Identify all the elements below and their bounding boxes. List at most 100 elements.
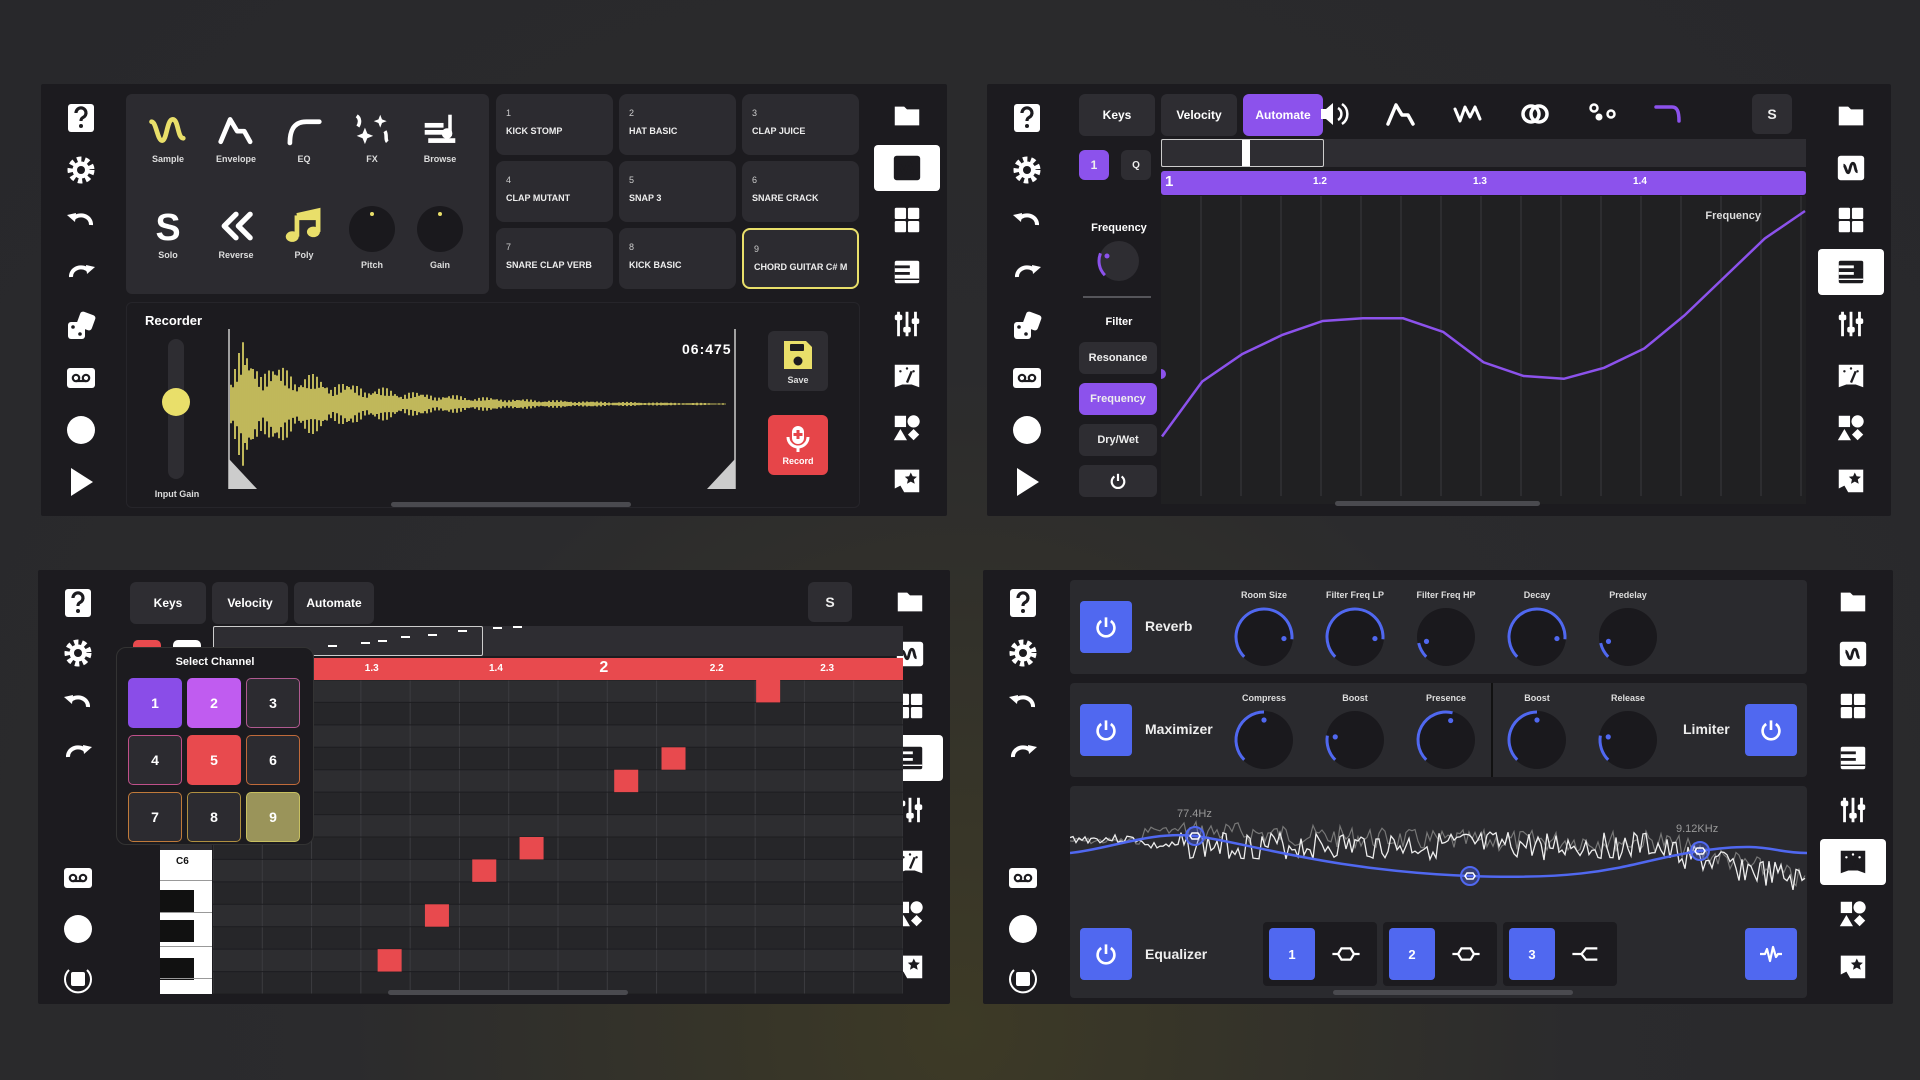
tool-sample[interactable]: Sample [138,110,198,190]
tool-solo[interactable]: S Solo [138,206,198,286]
tab-keys[interactable]: Keys [130,582,206,624]
note[interactable] [756,680,781,703]
help-icon[interactable] [1003,584,1043,622]
tab-velocity[interactable]: Velocity [1161,94,1237,136]
bell-filter-icon[interactable] [1449,939,1483,969]
channel-button-5[interactable]: 5 [187,735,241,785]
volume-button[interactable] [1317,97,1353,133]
redo-icon[interactable] [1003,735,1043,773]
frequency-knob[interactable] [1095,237,1143,285]
channel-button[interactable]: 1 [1079,150,1109,180]
redo-icon[interactable] [58,735,98,773]
sidebar-mixer[interactable] [874,301,940,347]
sidebar-pads-grid[interactable] [874,197,940,243]
black-key[interactable] [160,890,194,912]
tool-pitch[interactable]: Pitch [342,206,402,286]
dice-icon[interactable] [1007,306,1047,346]
param-dry-wet[interactable]: Dry/Wet [1079,424,1157,456]
boost-knob[interactable] [1506,709,1568,771]
settings-icon[interactable] [1007,150,1047,190]
sample-pad[interactable]: 1 KICK STOMP [496,94,613,155]
filter-freq-hp-knob[interactable] [1415,606,1477,668]
channel-button-9[interactable]: 9 [246,792,300,842]
channel-button-4[interactable]: 4 [128,735,182,785]
sample-pad[interactable]: 9 CHORD GUITAR C# MIN.. [742,228,859,289]
black-key[interactable] [160,920,194,942]
record-dot-icon[interactable] [61,410,101,450]
redo-icon[interactable] [1007,254,1047,294]
settings-icon[interactable] [58,634,98,672]
automation-graph[interactable]: Frequency [1161,196,1806,504]
shelf-filter-icon[interactable] [1569,939,1603,969]
undo-icon[interactable] [1007,202,1047,242]
channel-button-3[interactable]: 3 [246,678,300,728]
room-size-knob[interactable] [1233,606,1295,668]
cassette-icon[interactable] [58,859,98,897]
timeline-bar[interactable]: 11.21.31.42 [1161,171,1806,195]
tool-poly[interactable]: Poly [274,206,334,286]
note[interactable] [614,769,639,793]
maximizer-power-button[interactable] [1080,704,1132,756]
white-keys[interactable]: C6 [160,850,212,994]
lfo-button[interactable] [1451,97,1487,133]
sidebar-shapes[interactable] [874,405,940,451]
tool-envelope[interactable]: Envelope [206,110,266,190]
sidebar-pads-grid[interactable] [1820,683,1886,729]
eq-power-button[interactable] [1080,928,1132,980]
settings-icon[interactable] [1003,634,1043,672]
sidebar-folder[interactable] [874,93,940,139]
param-frequency[interactable]: Frequency [1079,383,1157,415]
eq-band-button-3[interactable]: 3 [1509,928,1555,980]
tool-reverse[interactable]: Reverse [206,206,266,286]
boost-knob[interactable] [1324,709,1386,771]
tool-gain[interactable]: Gain [410,206,470,286]
sample-pad[interactable]: 4 CLAP MUTANT [496,161,613,222]
sidebar-mixer[interactable] [1820,787,1886,833]
help-icon[interactable] [61,98,101,138]
pitch-knob[interactable] [349,206,395,252]
undo-icon[interactable] [61,202,101,242]
scrollbar[interactable] [391,502,631,507]
cassette-icon[interactable] [1007,358,1047,398]
undo-icon[interactable] [58,685,98,723]
sidebar-star-image[interactable] [1818,457,1884,503]
rings-button[interactable] [1518,97,1554,133]
scrollbar[interactable] [1335,501,1540,506]
sidebar-folder[interactable] [1820,579,1886,625]
sample-pad[interactable]: 8 KICK BASIC [619,228,736,289]
note[interactable] [424,904,449,927]
scrollbar[interactable] [388,990,628,995]
note-grid[interactable] [213,680,903,994]
play-icon[interactable] [1007,462,1047,502]
tab-velocity[interactable]: Velocity [212,582,288,624]
envelope-button[interactable] [1384,97,1420,133]
scrollbar[interactable] [1333,990,1573,995]
input-gain-slider[interactable] [162,339,190,479]
black-key[interactable] [160,958,194,980]
sidebar-mixer[interactable] [1818,301,1884,347]
sidebar-shapes[interactable] [1818,405,1884,451]
channel-button-6[interactable]: 6 [246,735,300,785]
filter-freq-lp-knob[interactable] [1324,606,1386,668]
tab-automate[interactable]: Automate [1243,94,1323,136]
sidebar-sample-wave[interactable] [874,145,940,191]
note[interactable] [377,949,402,972]
sidebar-folder[interactable] [877,579,943,625]
sidebar-folder[interactable] [1818,93,1884,139]
decay-knob[interactable] [1506,606,1568,668]
record-dot-icon[interactable] [1007,410,1047,450]
channel-button-7[interactable]: 7 [128,792,182,842]
sample-pad[interactable]: 3 CLAP JUICE [742,94,859,155]
reverb-power-button[interactable] [1080,601,1132,653]
filter-curve-button[interactable] [1652,97,1688,133]
eq-band-button-2[interactable]: 2 [1389,928,1435,980]
compress-knob[interactable] [1233,709,1295,771]
eq-node-3[interactable] [1690,841,1710,861]
presence-knob[interactable] [1415,709,1477,771]
input-gain-thumb[interactable] [162,388,190,416]
sidebar-shapes[interactable] [1820,891,1886,937]
note[interactable] [519,837,544,860]
sidebar-meter[interactable] [1818,353,1884,399]
sample-pad[interactable]: 6 SNARE CRACK [742,161,859,222]
record-button[interactable]: Record [768,415,828,475]
